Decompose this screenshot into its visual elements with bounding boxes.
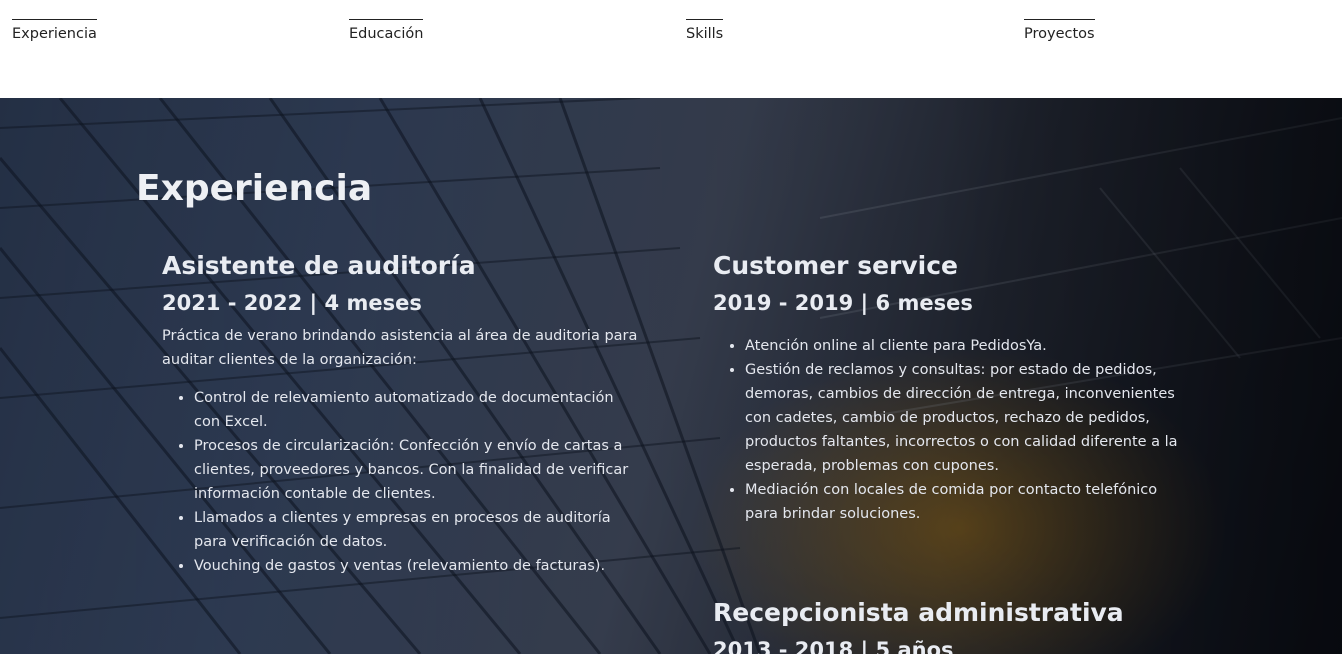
job-period: 2013 - 2018 | 5 años (713, 638, 954, 654)
job-card: Asistente de auditoría 2021 - 2022 | 4 m… (162, 248, 642, 578)
nav-link-proyectos[interactable]: Proyectos (1024, 19, 1095, 46)
job-bullets: Control de relevamiento automatizado de … (162, 386, 642, 578)
top-navigation: Experiencia Educación Skills Proyectos (0, 0, 1342, 98)
job-bullet: Procesos de circularización: Confección … (194, 434, 642, 506)
job-title: Customer service (713, 251, 958, 280)
job-bullet: Control de relevamiento automatizado de … (194, 386, 642, 434)
job-bullet: Mediación con locales de comida por cont… (745, 478, 1193, 526)
job-description: Práctica de verano brindando asistencia … (162, 328, 638, 368)
job-bullet: Gestión de reclamos y consultas: por est… (745, 358, 1193, 478)
experience-section: Experiencia Asistente de auditoría 2021 … (0, 98, 1342, 654)
nav-link-educacion[interactable]: Educación (349, 19, 424, 46)
job-period: 2021 - 2022 | 4 meses (162, 291, 422, 315)
job-title: Asistente de auditoría (162, 251, 476, 280)
job-period: 2019 - 2019 | 6 meses (713, 291, 973, 315)
section-title: Experiencia (136, 168, 373, 209)
job-bullet: Vouching de gastos y ventas (relevamient… (194, 554, 642, 578)
job-card: Recepcionista administrativa 2013 - 2018… (713, 595, 1193, 654)
job-card: Customer service 2019 - 2019 | 6 meses A… (713, 248, 1193, 526)
job-bullet: Atención online al cliente para PedidosY… (745, 334, 1193, 358)
nav-link-experiencia[interactable]: Experiencia (12, 19, 97, 46)
job-bullet: Llamados a clientes y empresas en proces… (194, 506, 642, 554)
nav-link-skills[interactable]: Skills (686, 19, 724, 46)
job-bullets: Atención online al cliente para PedidosY… (713, 334, 1193, 526)
job-title: Recepcionista administrativa (713, 598, 1124, 627)
